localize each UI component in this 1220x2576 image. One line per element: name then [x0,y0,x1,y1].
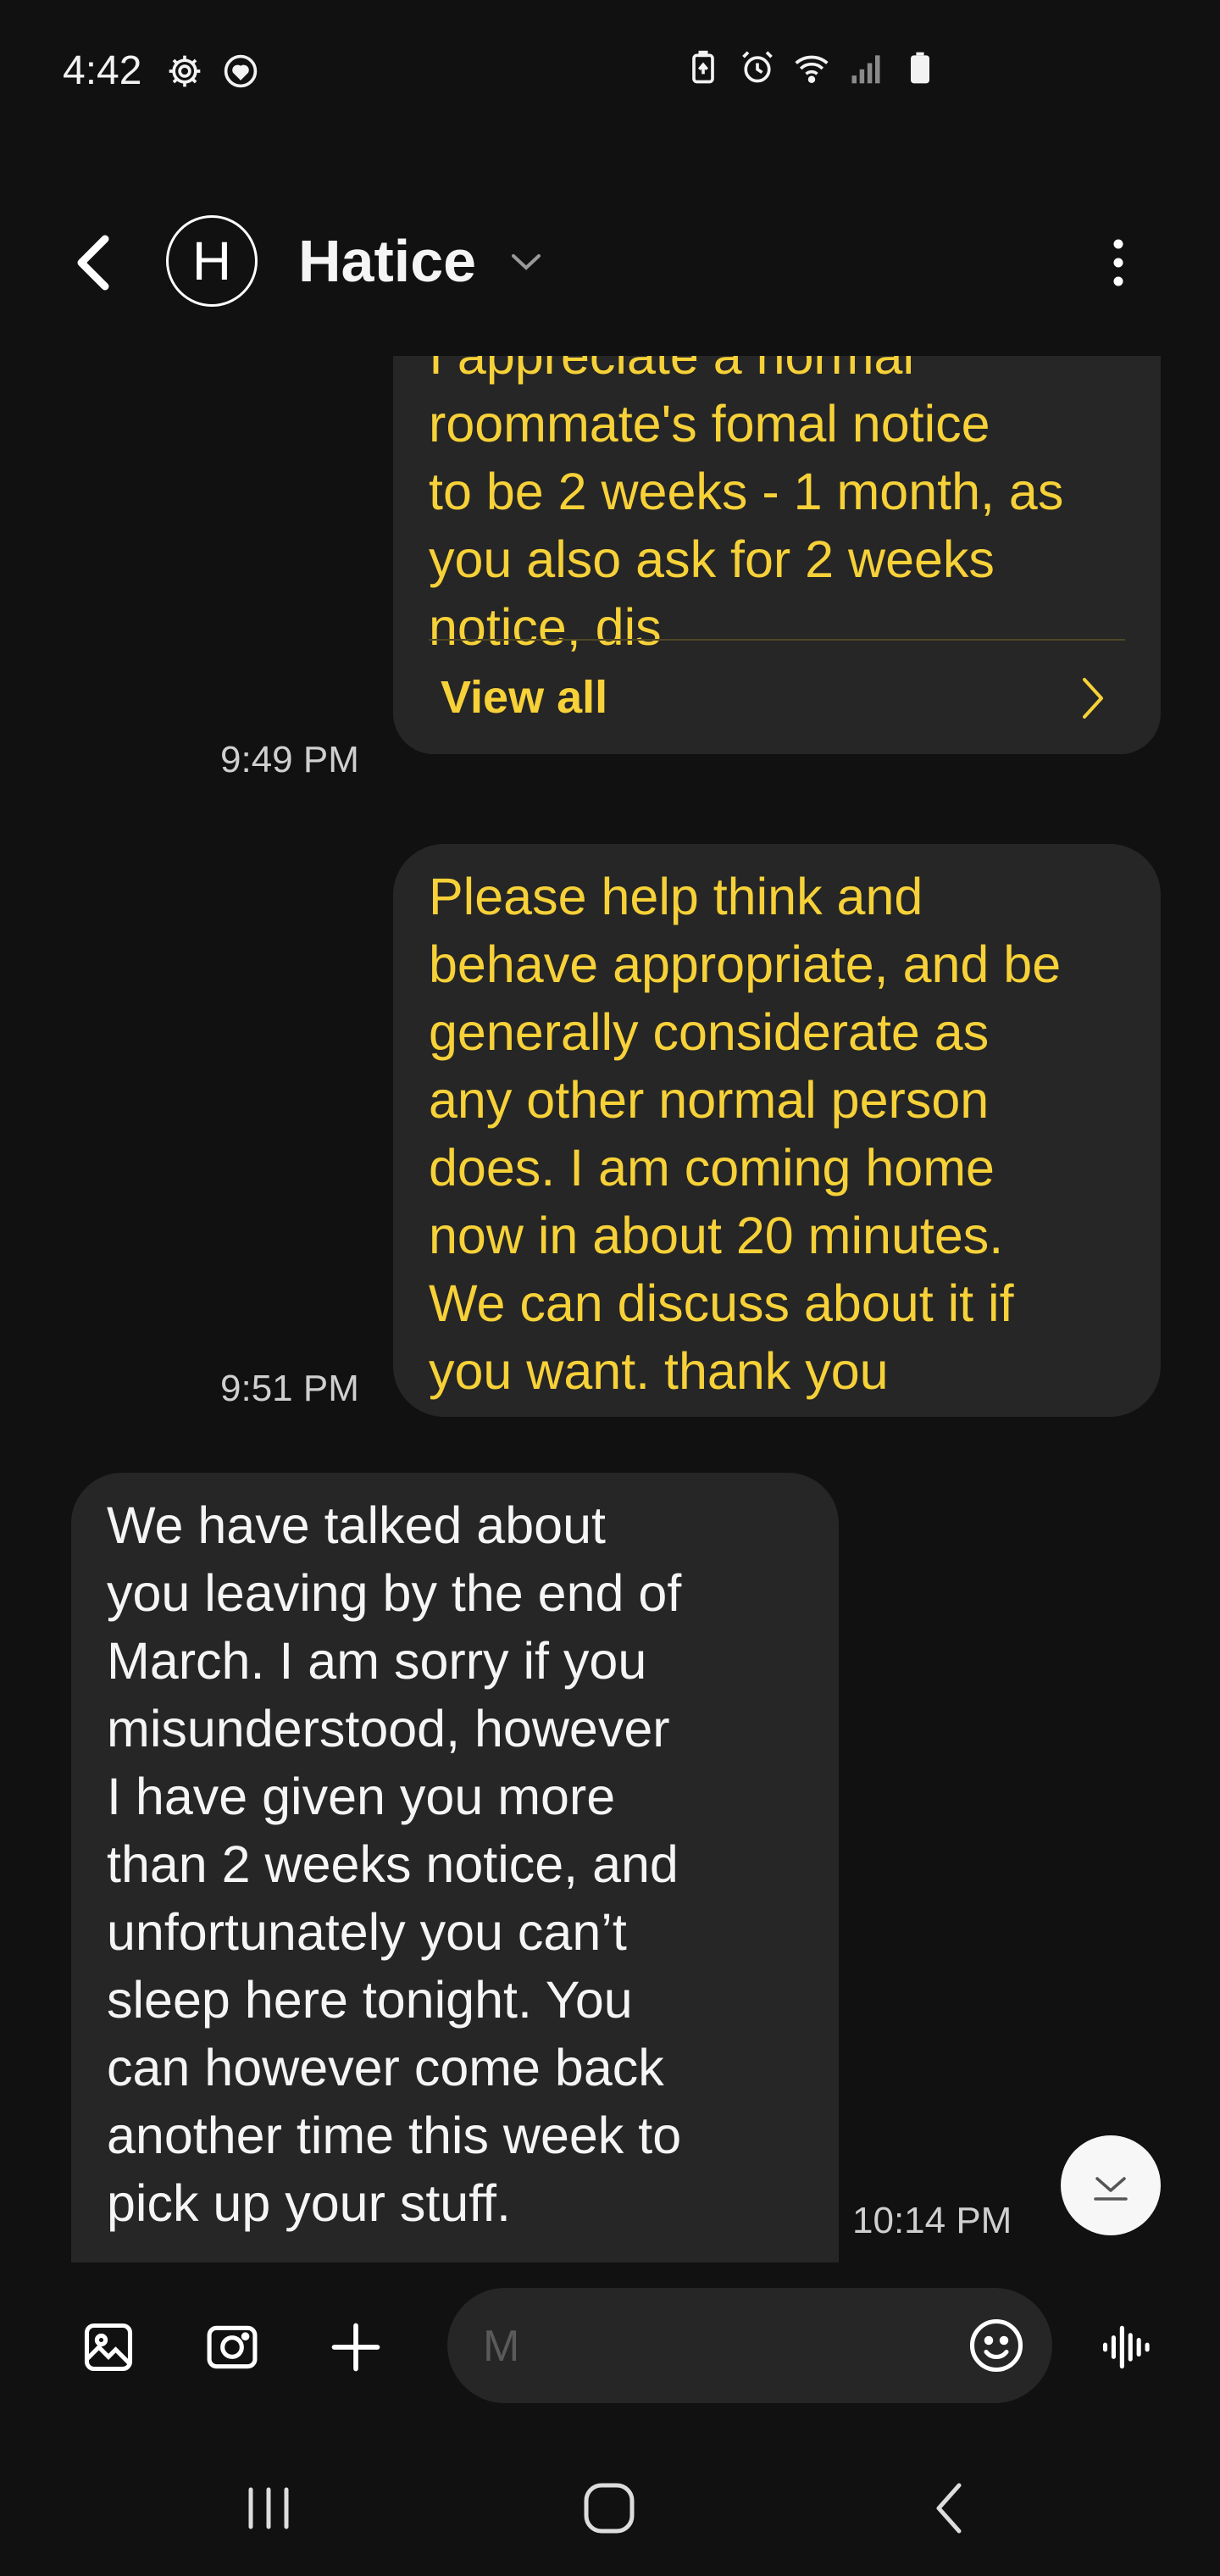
message-timestamp: 9:51 PM [220,1368,359,1409]
message-timestamp: 10:14 PM [852,2200,1012,2241]
gear-icon [169,55,201,87]
status-time: 4:42 [63,48,142,93]
recents-icon [248,2487,289,2529]
alarm-icon [742,51,773,83]
scroll-down-icon [1094,2177,1128,2201]
contact-name[interactable]: Hatice [298,227,476,295]
avatar[interactable]: H [166,215,258,307]
home-icon [584,2483,635,2534]
camera-button[interactable] [202,2317,263,2378]
recent-apps-button[interactable] [230,2474,307,2542]
gallery-button[interactable] [78,2317,139,2378]
back-icon [936,2483,962,2534]
voice-record-button[interactable] [1096,2317,1157,2378]
message-list[interactable]: I appreciate a normal roommate's fomal n… [0,356,1220,2262]
plus-icon [331,2323,380,2372]
system-back-button[interactable] [912,2474,988,2542]
message-text: I appreciate a normal roommate's fomal n… [429,356,1064,656]
chevron-down-icon[interactable] [508,249,544,275]
message-text: Please help think and behave appropriate… [429,868,1062,1400]
view-all-link[interactable]: View all [441,671,607,724]
camera-icon [207,2325,258,2369]
status-left-icons [166,53,259,90]
emoji-button[interactable] [966,2315,1027,2376]
wifi-icon [795,55,829,83]
message-bubble-outgoing[interactable]: I appreciate a normal roommate's fomal n… [393,356,1161,754]
scroll-to-bottom-button[interactable] [1061,2135,1161,2235]
battery-saver-icon [692,50,714,84]
heart-shield-icon [224,54,258,88]
chevron-right-icon[interactable] [1078,673,1108,724]
signal-icon [851,55,880,84]
message-bubble-incoming[interactable]: We have talked about you leaving by the … [71,1473,839,2262]
back-button[interactable] [68,229,119,297]
message-text: We have talked about you leaving by the … [107,1496,682,2232]
message-timestamp: 9:49 PM [220,739,359,780]
add-attachment-button[interactable] [325,2317,386,2378]
system-nav-bar [0,2440,1220,2576]
divider [429,639,1125,641]
message-input[interactable] [481,2313,959,2379]
image-icon [84,2323,133,2372]
conversation-header: H Hatice [0,195,1220,330]
voice-wave-icon [1102,2325,1150,2369]
message-input-field[interactable] [447,2288,1052,2403]
battery-icon [911,52,929,84]
compose-bar [0,2288,1220,2407]
avatar-initial: H [191,230,232,291]
status-bar: 4:42 [0,0,1220,144]
message-bubble-outgoing[interactable]: Please help think and behave appropriate… [393,844,1161,1417]
more-options-icon[interactable] [1101,229,1135,297]
home-button[interactable] [571,2474,647,2542]
status-right-icons [685,49,939,86]
smiley-icon [969,2318,1023,2373]
